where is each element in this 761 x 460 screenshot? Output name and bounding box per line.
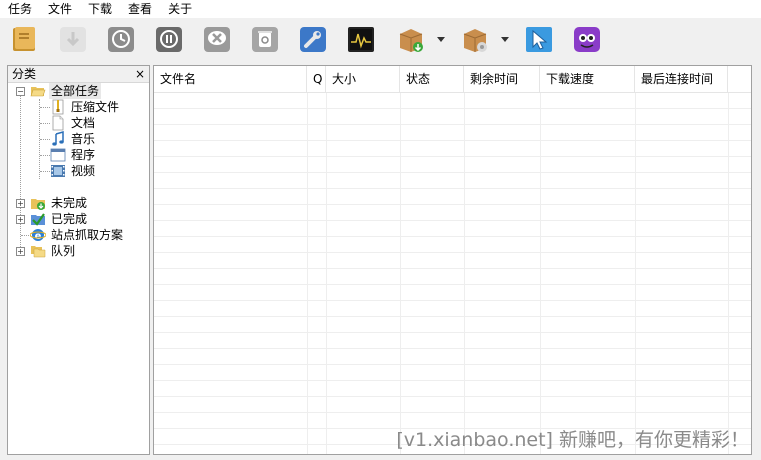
tree-item-label: 已完成 bbox=[51, 212, 88, 226]
grid-column-line bbox=[635, 93, 636, 454]
tree-line bbox=[40, 139, 50, 140]
tree-item-site-grab[interactable]: e 站点抓取方案 bbox=[30, 227, 125, 243]
menu-task[interactable]: 任务 bbox=[0, 0, 40, 18]
watermark-text: [v1.xianbao.net] 新赚吧，有你更精彩！ bbox=[396, 429, 749, 451]
tree-item-programs[interactable]: 程序 bbox=[50, 147, 97, 163]
recycle-bin-button[interactable] bbox=[248, 22, 282, 56]
grid-column-line bbox=[540, 93, 541, 454]
category-panel-title: 分类 bbox=[12, 67, 37, 81]
cursor-arrow-icon bbox=[526, 27, 552, 52]
open-folder-icon bbox=[30, 87, 46, 97]
tree-item-documents[interactable]: 文档 bbox=[50, 115, 97, 131]
tree-line bbox=[20, 95, 21, 255]
monitor-graph-icon bbox=[348, 27, 374, 52]
folder-icon bbox=[13, 27, 35, 51]
column-header-q[interactable]: Q bbox=[307, 66, 326, 92]
column-header-filename[interactable]: 文件名 bbox=[154, 66, 307, 92]
import-button[interactable] bbox=[394, 22, 428, 56]
toolbar bbox=[0, 19, 761, 61]
tree-item-label: 站点抓取方案 bbox=[51, 228, 124, 242]
start-button[interactable] bbox=[56, 22, 90, 56]
delete-button[interactable] bbox=[200, 22, 234, 56]
caret-down-icon bbox=[501, 36, 509, 42]
menu-view[interactable]: 查看 bbox=[120, 0, 160, 18]
tree-item-finished[interactable]: 已完成 bbox=[30, 211, 89, 227]
close-icon[interactable]: × bbox=[135, 66, 145, 82]
zip-file-icon bbox=[52, 99, 64, 115]
export-dropdown-arrow[interactable] bbox=[500, 35, 510, 43]
wrench-icon bbox=[300, 27, 326, 52]
tree-item-compressed[interactable]: 压缩文件 bbox=[50, 99, 121, 115]
expand-toggle[interactable]: + bbox=[16, 247, 25, 256]
tree-item-unfinished[interactable]: 未完成 bbox=[30, 195, 89, 211]
folder-download-icon bbox=[31, 199, 45, 210]
speed-monitor-button[interactable] bbox=[344, 22, 378, 56]
grid-column-line bbox=[307, 93, 308, 454]
skin-button[interactable] bbox=[570, 22, 604, 56]
folders-icon bbox=[31, 246, 46, 258]
category-panel: 分类 × − 全部任务 压缩文件 文档 音乐 程序 视频 + 未完成 + 已完成… bbox=[7, 65, 150, 455]
box-import-icon bbox=[399, 29, 423, 52]
tree-item-label: 压缩文件 bbox=[71, 100, 120, 114]
tree-item-all-tasks[interactable]: 全部任务 bbox=[30, 83, 102, 99]
column-header-status[interactable]: 状态 bbox=[400, 66, 464, 92]
tree-item-label: 文档 bbox=[71, 116, 96, 130]
tree-item-label: 音乐 bbox=[71, 132, 96, 146]
import-dropdown-arrow[interactable] bbox=[436, 35, 446, 43]
tree-item-label: 未完成 bbox=[51, 196, 88, 210]
column-header-size[interactable]: 大小 bbox=[326, 66, 400, 92]
ie-globe-icon: e bbox=[30, 229, 46, 242]
tree-item-label: 程序 bbox=[71, 148, 96, 162]
box-export-icon bbox=[463, 29, 487, 52]
tree-item-video[interactable]: 视频 bbox=[50, 163, 97, 179]
document-icon bbox=[52, 115, 64, 131]
pause-icon bbox=[156, 27, 182, 52]
drop-target-button[interactable] bbox=[522, 22, 556, 56]
menu-file[interactable]: 文件 bbox=[40, 0, 80, 18]
grid-column-line bbox=[400, 93, 401, 454]
tree-item-queue[interactable]: 队列 bbox=[30, 243, 77, 259]
clock-icon bbox=[108, 27, 134, 52]
schedule-button[interactable] bbox=[104, 22, 138, 56]
pause-button[interactable] bbox=[152, 22, 186, 56]
caret-down-icon bbox=[437, 36, 445, 42]
expand-toggle[interactable]: + bbox=[16, 215, 25, 224]
expand-toggle[interactable]: + bbox=[16, 199, 25, 208]
purple-monster-icon bbox=[574, 27, 600, 52]
tree-line bbox=[40, 123, 50, 124]
export-button[interactable] bbox=[458, 22, 492, 56]
recycle-bin-icon bbox=[252, 27, 278, 52]
column-header-remaining-time[interactable]: 剩余时间 bbox=[464, 66, 540, 92]
menu-download[interactable]: 下载 bbox=[80, 0, 120, 18]
tree-line bbox=[40, 107, 50, 108]
grid-column-line bbox=[728, 93, 729, 454]
download-arrow-icon bbox=[60, 27, 86, 52]
column-header-last-connect[interactable]: 最后连接时间 bbox=[635, 66, 728, 92]
menu-bar: 任务 文件 下载 查看 关于 bbox=[0, 0, 761, 18]
settings-button[interactable] bbox=[296, 22, 330, 56]
film-icon bbox=[51, 165, 65, 177]
grid-column-line bbox=[464, 93, 465, 454]
task-list-grid bbox=[154, 93, 751, 454]
menu-about[interactable]: 关于 bbox=[160, 0, 200, 18]
tree-item-label: 队列 bbox=[51, 244, 76, 258]
tree-item-label: 视频 bbox=[71, 164, 96, 178]
tree-item-music[interactable]: 音乐 bbox=[50, 131, 97, 147]
task-list[interactable]: 文件名 Q 大小 状态 剩余时间 下载速度 最后连接时间 bbox=[153, 65, 752, 455]
tree-line bbox=[40, 171, 50, 172]
task-list-header: 文件名 Q 大小 状态 剩余时间 下载速度 最后连接时间 bbox=[154, 66, 751, 93]
checkmark-folder-icon bbox=[31, 213, 45, 226]
new-task-button[interactable] bbox=[8, 22, 42, 56]
tree-item-label: 全部任务 bbox=[49, 83, 102, 99]
grid-column-line bbox=[326, 93, 327, 454]
category-panel-header: 分类 × bbox=[8, 66, 149, 83]
delete-bubble-icon bbox=[204, 27, 230, 52]
music-note-icon bbox=[52, 131, 64, 146]
column-header-download-speed[interactable]: 下载速度 bbox=[540, 66, 635, 92]
tree-line bbox=[40, 155, 50, 156]
collapse-toggle[interactable]: − bbox=[16, 87, 25, 96]
program-window-icon bbox=[50, 148, 66, 162]
